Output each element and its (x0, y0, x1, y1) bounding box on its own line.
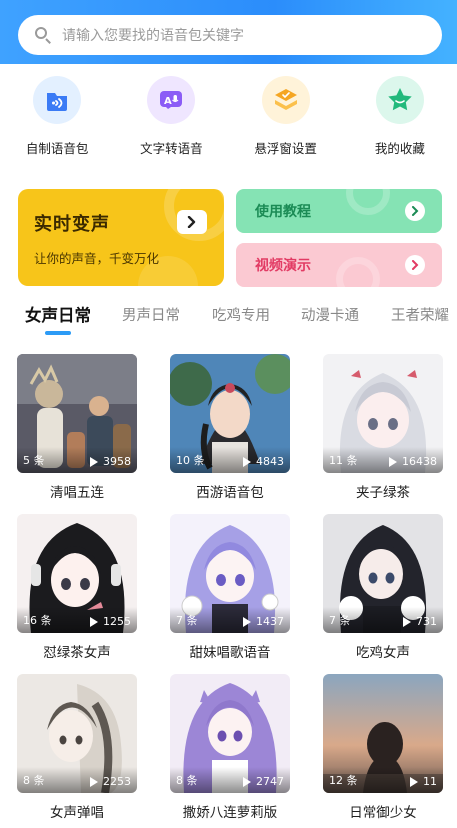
item-count: 7 条 (176, 614, 198, 627)
play-icon (403, 616, 411, 627)
voice-pack-card[interactable]: 16 条 1255 怼绿茶女声 (17, 514, 137, 661)
play-icon (389, 456, 397, 467)
play-count: 4843 (243, 455, 284, 468)
voice-pack-title: 吃鸡女声 (356, 645, 410, 661)
voice-pack-thumbnail: 7 条 731 (323, 514, 443, 633)
voice-pack-title: 夹子绿茶 (356, 485, 410, 501)
search-icon (34, 26, 52, 44)
video-demo-banner[interactable]: 视频演示 (236, 243, 442, 287)
favorite-star-icon (375, 76, 424, 124)
voice-pack-card[interactable]: 8 条 2747 撒娇八连萝莉版 (170, 674, 290, 821)
voice-pack-title: 甜妹唱歌语音 (189, 645, 271, 661)
voice-pack-card[interactable]: 7 条 731 吃鸡女声 (323, 514, 443, 661)
voice-pack-card[interactable]: 10 条 4843 西游语音包 (170, 354, 290, 501)
chevron-right-icon[interactable] (405, 255, 425, 275)
quick-actions: 自制语音包 A 文字转语音 悬浮窗设置 我的收藏 (0, 76, 457, 166)
voice-pack-card[interactable]: 11 条 16438 夹子绿茶 (323, 354, 443, 501)
item-count: 12 条 (329, 774, 358, 787)
search-bar[interactable]: 请输入您要找的语音包关键字 (18, 15, 442, 55)
play-count-value: 4843 (256, 455, 284, 468)
play-count-value: 2747 (256, 775, 284, 788)
text-to-speech-icon: A (147, 76, 196, 124)
floating-window-icon (261, 76, 310, 124)
chevron-right-icon[interactable] (177, 210, 207, 234)
voice-pack-thumbnail: 7 条 1437 (170, 514, 290, 633)
tutorial-title: 使用教程 (255, 204, 311, 220)
top-header: 请输入您要找的语音包关键字 (0, 0, 457, 64)
play-icon (90, 776, 98, 787)
voice-pack-thumbnail: 8 条 2747 (170, 674, 290, 793)
play-count-value: 1255 (103, 615, 131, 628)
play-count: 2253 (90, 775, 131, 788)
play-count-value: 1437 (256, 615, 284, 628)
quick-label: 自制语音包 (25, 141, 89, 156)
play-count: 3958 (90, 455, 131, 468)
item-count: 5 条 (23, 454, 45, 467)
quick-item-text-to-speech[interactable]: A 文字转语音 (114, 76, 228, 166)
item-count: 10 条 (176, 454, 205, 467)
tab-female-daily[interactable]: 女声日常 (25, 302, 91, 326)
play-count-value: 731 (416, 615, 437, 628)
voice-pack-thumbnail: 10 条 4843 (170, 354, 290, 473)
quick-item-floating-window[interactable]: 悬浮窗设置 (229, 76, 343, 166)
voice-pack-thumbnail: 11 条 16438 (323, 354, 443, 473)
item-count: 7 条 (329, 614, 351, 627)
quick-label: 我的收藏 (374, 141, 425, 156)
active-tab-indicator (45, 331, 71, 335)
voice-pack-card[interactable]: 7 条 1437 甜妹唱歌语音 (170, 514, 290, 661)
voice-pack-title: 撒娇八连萝莉版 (182, 805, 278, 821)
play-icon (90, 456, 98, 467)
voice-pack-title: 西游语音包 (196, 485, 264, 501)
realtime-voice-banner[interactable]: 实时变声 让你的声音，千变万化 (18, 189, 224, 286)
play-count: 1437 (243, 615, 284, 628)
quick-label: 文字转语音 (140, 141, 203, 156)
play-icon (410, 776, 418, 787)
play-count: 16438 (389, 455, 437, 468)
voice-pack-title: 怼绿茶女声 (43, 645, 111, 661)
voice-pack-card[interactable]: 8 条 2253 女声弹唱 (17, 674, 137, 821)
play-count: 2747 (243, 775, 284, 788)
svg-text:A: A (164, 96, 172, 107)
play-icon (243, 616, 251, 627)
tab-pubg[interactable]: 吃鸡专用 (212, 304, 270, 325)
video-demo-title: 视频演示 (255, 258, 311, 274)
category-tabs: 女声日常 男声日常 吃鸡专用 动漫卡通 王者荣耀 (0, 296, 457, 340)
quick-item-favorites[interactable]: 我的收藏 (343, 76, 457, 166)
quick-item-voice-pack[interactable]: 自制语音包 (0, 76, 114, 166)
item-count: 11 条 (329, 454, 358, 467)
item-count: 16 条 (23, 614, 52, 627)
voice-pack-title: 清唱五连 (50, 485, 104, 501)
tutorial-banner[interactable]: 使用教程 (236, 189, 442, 233)
voice-pack-thumbnail: 16 条 1255 (17, 514, 137, 633)
voice-pack-title: 女声弹唱 (50, 805, 104, 821)
item-count: 8 条 (176, 774, 198, 787)
banner-subtitle: 让你的声音，千变万化 (34, 251, 160, 266)
banner-title: 实时变声 (34, 214, 110, 235)
tab-male-daily[interactable]: 男声日常 (122, 304, 180, 325)
play-count: 731 (403, 615, 437, 628)
voice-pack-icon (33, 76, 82, 124)
quick-label: 悬浮窗设置 (254, 141, 317, 156)
voice-pack-thumbnail: 8 条 2253 (17, 674, 137, 793)
play-icon (90, 616, 98, 627)
voice-pack-title: 日常御少女 (349, 805, 417, 821)
tab-anime[interactable]: 动漫卡通 (301, 304, 359, 325)
play-count: 11 (410, 775, 437, 788)
chevron-right-icon[interactable] (405, 201, 425, 221)
tab-honor-of-kings[interactable]: 王者荣耀 (391, 304, 449, 325)
play-count-value: 2253 (103, 775, 131, 788)
voice-pack-card[interactable]: 12 条 11 日常御少女 (323, 674, 443, 821)
item-count: 8 条 (23, 774, 45, 787)
play-count-value: 3958 (103, 455, 131, 468)
play-count-value: 11 (423, 775, 437, 788)
play-icon (243, 776, 251, 787)
voice-pack-card[interactable]: 5 条 3958 清唱五连 (17, 354, 137, 501)
play-count: 1255 (90, 615, 131, 628)
play-count-value: 16438 (402, 455, 437, 468)
voice-pack-thumbnail: 12 条 11 (323, 674, 443, 793)
search-placeholder: 请输入您要找的语音包关键字 (62, 28, 244, 44)
play-icon (243, 456, 251, 467)
voice-pack-thumbnail: 5 条 3958 (17, 354, 137, 473)
